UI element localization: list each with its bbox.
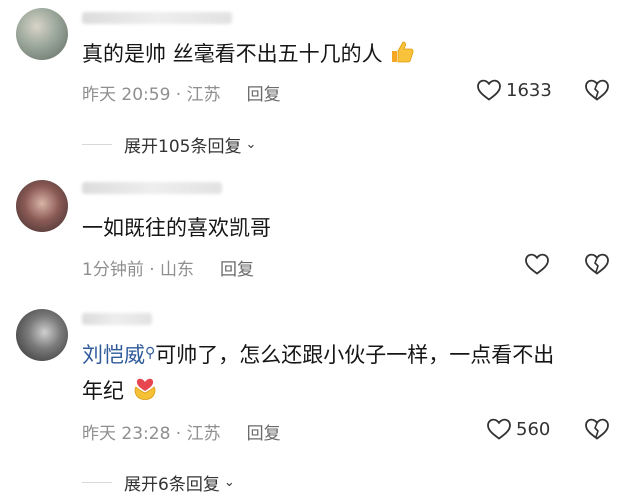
avatar[interactable] (16, 309, 68, 361)
like-count: 1633 (506, 79, 552, 101)
comment-time-location: 1分钟前 · 山东 (82, 260, 195, 280)
username-blurred[interactable] (82, 12, 232, 24)
comment-time-location: 昨天 23:28 · 江苏 (82, 424, 221, 444)
comment-text-content: 可帅了，怎么还跟小伙子一样，一点看不出 (155, 343, 555, 367)
heart-outline-icon (477, 79, 501, 101)
like-button[interactable]: 560 (486, 417, 550, 441)
reply-button[interactable]: 回复 (247, 85, 281, 105)
broken-heart-icon[interactable] (584, 417, 610, 441)
username-blurred[interactable] (82, 313, 152, 325)
comment-text-content: 真的是帅 丝毫看不出五十几的人 (82, 42, 383, 66)
comment-2: 一如既往的喜欢凯哥 1分钟前 · 山东 回复 (0, 170, 640, 300)
comment-1: 真的是帅 丝毫看不出五十几的人 昨天 20:59 · 江苏 回复 1633 展开1… (0, 0, 640, 165)
expand-replies-label: 展开105条回复 (124, 137, 242, 157)
expand-replies-label: 展开6条回复 (124, 475, 220, 495)
heart-hands-emoji-icon (131, 373, 159, 403)
comment-text: 真的是帅 丝毫看不出五十几的人 (82, 38, 415, 70)
comment-meta: 昨天 23:28 · 江苏 回复 (82, 419, 281, 444)
broken-heart-icon[interactable] (584, 252, 610, 276)
divider-line (82, 482, 112, 483)
heart-outline-icon (487, 418, 511, 440)
comment-time-location: 昨天 20:59 · 江苏 (82, 85, 221, 105)
comment-text: 一如既往的喜欢凯哥 (82, 212, 271, 244)
heart-outline-icon[interactable] (524, 252, 550, 276)
expand-replies-button[interactable]: 展开6条回复 ⌄ (82, 470, 235, 495)
divider-line (82, 144, 112, 145)
like-count: 560 (516, 418, 551, 440)
comment-text-line1: 刘恺威⚲可帅了，怎么还跟小伙子一样，一点看不出 (82, 339, 554, 371)
thumbs-up-emoji-icon (389, 39, 415, 65)
avatar[interactable] (16, 180, 68, 232)
comment-text-content-cont: 年纪 (82, 379, 124, 403)
comment-3: 刘恺威⚲可帅了，怎么还跟小伙子一样，一点看不出 年纪 昨天 23:28 · 江苏… (0, 305, 640, 502)
comment-text-line2: 年纪 (82, 375, 159, 407)
chevron-down-icon: ⌄ (223, 475, 235, 490)
broken-heart-icon[interactable] (584, 78, 610, 102)
username-blurred[interactable] (82, 182, 222, 194)
comment-text-content: 一如既往的喜欢凯哥 (82, 216, 271, 240)
expand-replies-button[interactable]: 展开105条回复 ⌄ (82, 132, 256, 157)
chevron-down-icon: ⌄ (245, 137, 257, 152)
comment-meta: 1分钟前 · 山东 回复 (82, 255, 254, 280)
avatar[interactable] (16, 8, 68, 60)
like-button[interactable]: 1633 (476, 78, 552, 102)
mention-link[interactable]: 刘恺威 (82, 343, 145, 367)
reply-button[interactable]: 回复 (247, 424, 281, 444)
search-icon[interactable]: ⚲ (145, 345, 155, 361)
reply-button[interactable]: 回复 (220, 260, 254, 280)
comment-meta: 昨天 20:59 · 江苏 回复 (82, 80, 281, 105)
